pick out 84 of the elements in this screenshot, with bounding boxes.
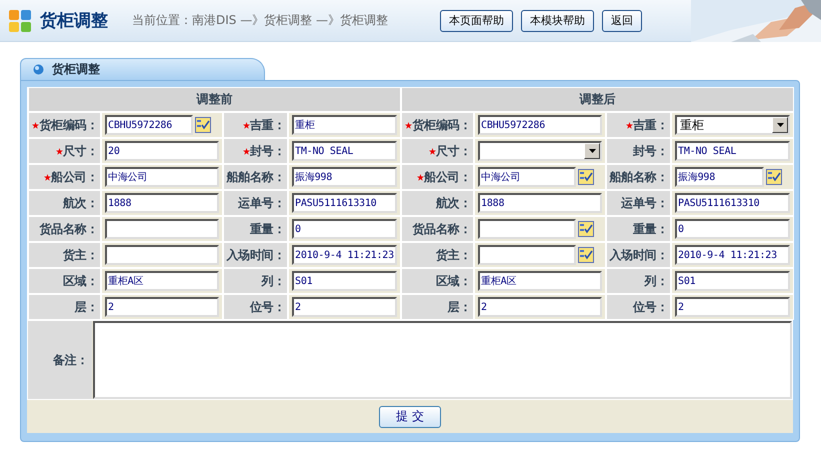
- header-button[interactable]: 本模块帮助: [521, 10, 594, 32]
- input-field[interactable]: 20: [105, 141, 219, 161]
- logo-icon: [8, 8, 32, 32]
- field-label: 航次：: [436, 194, 471, 212]
- field-label: 层：: [74, 298, 98, 316]
- check-icon[interactable]: [578, 221, 594, 237]
- input-field[interactable]: 2010-9-4 11:21:23: [675, 245, 790, 265]
- field-label: 重量：: [632, 220, 668, 238]
- input-field[interactable]: TM-NO SEAL: [675, 141, 790, 161]
- dropdown-field[interactable]: [478, 141, 602, 161]
- check-icon[interactable]: [195, 117, 211, 133]
- field-label: 尺寸：: [436, 142, 471, 160]
- input-field[interactable]: 振海998: [292, 167, 397, 187]
- input-field[interactable]: 0: [675, 219, 790, 239]
- field-label: 备注：: [52, 352, 88, 368]
- field-label: 船公司：: [424, 168, 471, 186]
- field-label: 货柜编码：: [412, 116, 471, 134]
- field-label: 位号：: [632, 298, 668, 316]
- field-label: 位号：: [250, 298, 285, 316]
- input-field[interactable]: S01: [292, 271, 397, 291]
- field-label: 船公司：: [51, 168, 98, 186]
- field-label: 吉重：: [250, 116, 285, 134]
- field-label: 船舶名称：: [226, 168, 285, 186]
- input-field[interactable]: 2010-9-4 11:21:23: [292, 245, 397, 265]
- input-field[interactable]: 1888: [105, 193, 219, 213]
- field-label: 重量：: [250, 220, 285, 238]
- input-field[interactable]: 2: [105, 297, 219, 317]
- input-field[interactable]: 1888: [478, 193, 602, 213]
- bullet-icon: [33, 64, 44, 75]
- submit-button[interactable]: 提 交: [379, 406, 441, 428]
- header-button[interactable]: 本页面帮助: [440, 10, 513, 32]
- field-label: 货柜编码：: [39, 116, 98, 134]
- section-heading: 调整前: [28, 87, 401, 112]
- header-button[interactable]: 返回: [602, 10, 642, 32]
- field-label: 区域：: [436, 272, 471, 290]
- input-field[interactable]: 重柜A区: [105, 271, 219, 291]
- input-field[interactable]: CBHU5972286: [105, 115, 193, 135]
- input-field[interactable]: [478, 219, 576, 239]
- input-field[interactable]: 0: [292, 219, 397, 239]
- field-label: 货品名称：: [39, 220, 98, 238]
- breadcrumb: 当前位置：南港DIS —》货柜调整 —》货柜调整: [132, 12, 390, 29]
- input-field[interactable]: 振海998: [675, 167, 764, 187]
- field-label: 入场时间：: [609, 246, 668, 264]
- check-icon[interactable]: [766, 169, 782, 185]
- field-label: 货品名称：: [412, 220, 471, 238]
- field-label: 层：: [448, 298, 471, 316]
- section-heading: 调整后: [401, 87, 794, 112]
- check-icon[interactable]: [578, 169, 594, 185]
- field-label: 运单号：: [238, 194, 285, 212]
- field-label: 航次：: [62, 194, 98, 212]
- input-field[interactable]: 重柜A区: [478, 271, 602, 291]
- input-field[interactable]: PASU5111613310: [292, 193, 397, 213]
- input-field[interactable]: 2: [675, 297, 790, 317]
- field-label: 列：: [262, 272, 285, 290]
- field-label: 封号：: [250, 142, 285, 160]
- field-label: 运单号：: [621, 194, 668, 212]
- field-label: 船舶名称：: [609, 168, 668, 186]
- input-field[interactable]: CBHU5972286: [478, 115, 602, 135]
- field-label: 货主：: [62, 246, 98, 264]
- input-field[interactable]: 重柜: [292, 115, 397, 135]
- field-label: 区域：: [62, 272, 98, 290]
- input-field[interactable]: [478, 245, 576, 265]
- field-label: 入场时间：: [226, 246, 285, 264]
- input-field[interactable]: 中海公司: [105, 167, 219, 187]
- input-field[interactable]: PASU5111613310: [675, 193, 790, 213]
- page-title: 货柜调整: [40, 10, 108, 32]
- field-label: 封号：: [632, 142, 668, 160]
- input-field[interactable]: [105, 219, 219, 239]
- dropdown-arrow-icon[interactable]: [776, 123, 784, 127]
- field-label: 货主：: [436, 246, 471, 264]
- input-field[interactable]: 2: [292, 297, 397, 317]
- panel-tab[interactable]: 货柜调整: [20, 58, 265, 80]
- field-label: 列：: [644, 272, 668, 290]
- field-label: 尺寸：: [62, 142, 98, 160]
- field-label: 吉重：: [632, 116, 668, 134]
- input-field[interactable]: TM-NO SEAL: [292, 141, 397, 161]
- input-field[interactable]: 中海公司: [478, 167, 576, 187]
- input-field[interactable]: S01: [675, 271, 790, 291]
- remarks-field[interactable]: [93, 321, 792, 399]
- check-icon[interactable]: [578, 247, 594, 263]
- input-field[interactable]: [105, 245, 219, 265]
- dropdown-arrow-icon[interactable]: [588, 149, 596, 153]
- dropdown-field[interactable]: 重柜: [675, 115, 790, 135]
- input-field[interactable]: 2: [478, 297, 602, 317]
